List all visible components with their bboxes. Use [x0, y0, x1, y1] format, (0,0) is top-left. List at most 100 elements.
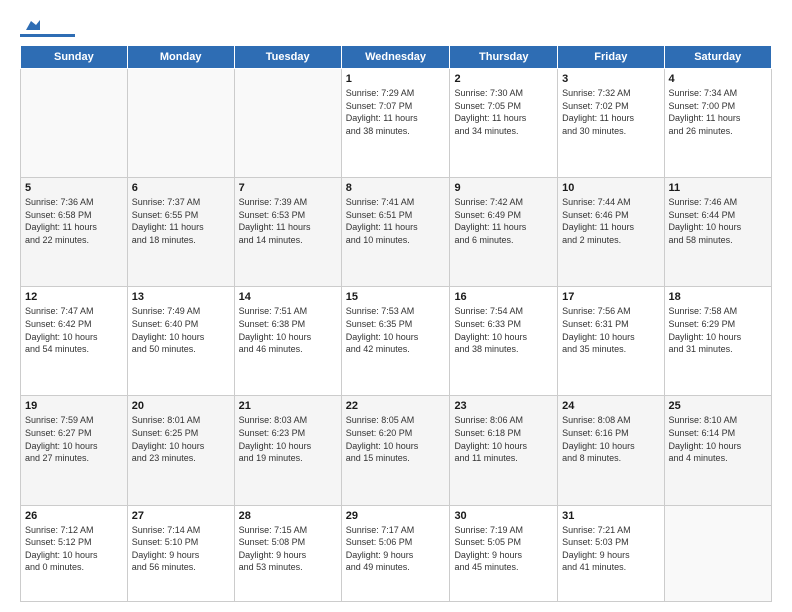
day-number: 7	[239, 182, 337, 194]
calendar-week-row: 5 Sunrise: 7:36 AM Sunset: 6:58 PM Daylig…	[21, 178, 772, 287]
day-info: Sunrise: 7:58 AM Sunset: 6:29 PM Dayligh…	[669, 305, 767, 355]
calendar-cell: 25Sunrise: 8:10 AM Sunset: 6:14 PM Dayli…	[664, 396, 771, 505]
calendar-cell: 8Sunrise: 7:41 AM Sunset: 6:51 PM Daylig…	[341, 178, 450, 287]
day-info: Sunrise: 7:17 AM Sunset: 5:06 PM Dayligh…	[346, 524, 446, 574]
calendar-cell: 21 Sunrise: 8:03 AM Sunset: 6:23 PM Dayli…	[234, 396, 341, 505]
calendar-cell: 1Sunrise: 7:29 AM Sunset: 7:07 PM Daylig…	[341, 69, 450, 178]
day-info: Sunrise: 7:37 AM Sunset: 6:55 PM Dayligh…	[132, 196, 230, 246]
calendar-cell: 26Sunrise: 7:12 AM Sunset: 5:12 PM Dayli…	[21, 505, 128, 601]
day-info: Sunrise: 7:15 AM Sunset: 5:08 PM Dayligh…	[239, 524, 337, 574]
day-info: Sunrise: 7:49 AM Sunset: 6:40 PM Dayligh…	[132, 305, 230, 355]
day-info: Sunrise: 7:32 AM Sunset: 7:02 PM Dayligh…	[562, 87, 659, 137]
calendar-cell: 14Sunrise: 7:51 AM Sunset: 6:38 PM Dayli…	[234, 287, 341, 396]
calendar-cell: 28 Sunrise: 7:15 AM Sunset: 5:08 PM Dayli…	[234, 505, 341, 601]
calendar-cell: 29Sunrise: 7:17 AM Sunset: 5:06 PM Dayli…	[341, 505, 450, 601]
weekday-header: Monday	[127, 46, 234, 69]
weekday-header: Wednesday	[341, 46, 450, 69]
weekday-header: Saturday	[664, 46, 771, 69]
day-info: Sunrise: 7:53 AM Sunset: 6:35 PM Dayligh…	[346, 305, 446, 355]
calendar-cell: 22 Sunrise: 8:05 AM Sunset: 6:20 PM Dayli…	[341, 396, 450, 505]
day-info: Sunrise: 7:44 AM Sunset: 6:46 PM Dayligh…	[562, 196, 659, 246]
weekday-header: Thursday	[450, 46, 558, 69]
day-info: Sunrise: 8:05 AM Sunset: 6:20 PM Dayligh…	[346, 414, 446, 464]
calendar-cell: 18 Sunrise: 7:58 AM Sunset: 6:29 PM Dayli…	[664, 287, 771, 396]
day-info: Sunrise: 8:01 AM Sunset: 6:25 PM Dayligh…	[132, 414, 230, 464]
day-info: Sunrise: 8:03 AM Sunset: 6:23 PM Dayligh…	[239, 414, 337, 464]
day-number: 3	[562, 73, 659, 85]
day-number: 13	[132, 291, 230, 303]
day-number: 22	[346, 400, 446, 412]
calendar-cell: 11Sunrise: 7:46 AM Sunset: 6:44 PM Dayli…	[664, 178, 771, 287]
day-number: 16	[454, 291, 553, 303]
calendar-cell: 6 Sunrise: 7:37 AM Sunset: 6:55 PM Daylig…	[127, 178, 234, 287]
day-info: Sunrise: 8:10 AM Sunset: 6:14 PM Dayligh…	[669, 414, 767, 464]
day-info: Sunrise: 7:56 AM Sunset: 6:31 PM Dayligh…	[562, 305, 659, 355]
day-number: 24	[562, 400, 659, 412]
weekday-header: Friday	[558, 46, 664, 69]
calendar-cell: 30 Sunrise: 7:19 AM Sunset: 5:05 PM Dayli…	[450, 505, 558, 601]
calendar-cell: 10 Sunrise: 7:44 AM Sunset: 6:46 PM Dayli…	[558, 178, 664, 287]
logo	[20, 16, 77, 37]
calendar-cell: 3 Sunrise: 7:32 AM Sunset: 7:02 PM Daylig…	[558, 69, 664, 178]
logo-underline	[20, 34, 75, 37]
calendar-cell: 20 Sunrise: 8:01 AM Sunset: 6:25 PM Dayli…	[127, 396, 234, 505]
calendar-week-row: 26Sunrise: 7:12 AM Sunset: 5:12 PM Dayli…	[21, 505, 772, 601]
day-info: Sunrise: 7:47 AM Sunset: 6:42 PM Dayligh…	[25, 305, 123, 355]
calendar-week-row: 1Sunrise: 7:29 AM Sunset: 7:07 PM Daylig…	[21, 69, 772, 178]
day-number: 19	[25, 400, 123, 412]
day-info: Sunrise: 7:39 AM Sunset: 6:53 PM Dayligh…	[239, 196, 337, 246]
calendar-cell: 2Sunrise: 7:30 AM Sunset: 7:05 PM Daylig…	[450, 69, 558, 178]
day-info: Sunrise: 7:12 AM Sunset: 5:12 PM Dayligh…	[25, 524, 123, 574]
calendar-cell: 23 Sunrise: 8:06 AM Sunset: 6:18 PM Dayli…	[450, 396, 558, 505]
day-number: 6	[132, 182, 230, 194]
day-info: Sunrise: 7:19 AM Sunset: 5:05 PM Dayligh…	[454, 524, 553, 574]
day-number: 28	[239, 510, 337, 522]
day-info: Sunrise: 7:51 AM Sunset: 6:38 PM Dayligh…	[239, 305, 337, 355]
day-number: 27	[132, 510, 230, 522]
day-info: Sunrise: 8:08 AM Sunset: 6:16 PM Dayligh…	[562, 414, 659, 464]
weekday-header: Tuesday	[234, 46, 341, 69]
header	[20, 16, 772, 37]
day-number: 5	[25, 182, 123, 194]
calendar-cell: 12 Sunrise: 7:47 AM Sunset: 6:42 PM Dayli…	[21, 287, 128, 396]
calendar-cell: 7 Sunrise: 7:39 AM Sunset: 6:53 PM Daylig…	[234, 178, 341, 287]
day-number: 30	[454, 510, 553, 522]
calendar-cell	[21, 69, 128, 178]
calendar-week-row: 12 Sunrise: 7:47 AM Sunset: 6:42 PM Dayli…	[21, 287, 772, 396]
calendar-cell: 24 Sunrise: 8:08 AM Sunset: 6:16 PM Dayli…	[558, 396, 664, 505]
calendar-cell	[127, 69, 234, 178]
day-info: Sunrise: 7:59 AM Sunset: 6:27 PM Dayligh…	[25, 414, 123, 464]
day-number: 20	[132, 400, 230, 412]
calendar-cell: 9 Sunrise: 7:42 AM Sunset: 6:49 PM Daylig…	[450, 178, 558, 287]
calendar-cell	[664, 505, 771, 601]
calendar-cell: 5 Sunrise: 7:36 AM Sunset: 6:58 PM Daylig…	[21, 178, 128, 287]
calendar-cell: 15Sunrise: 7:53 AM Sunset: 6:35 PM Dayli…	[341, 287, 450, 396]
day-number: 18	[669, 291, 767, 303]
day-info: Sunrise: 7:36 AM Sunset: 6:58 PM Dayligh…	[25, 196, 123, 246]
day-number: 10	[562, 182, 659, 194]
day-info: Sunrise: 7:54 AM Sunset: 6:33 PM Dayligh…	[454, 305, 553, 355]
day-info: Sunrise: 7:46 AM Sunset: 6:44 PM Dayligh…	[669, 196, 767, 246]
day-number: 31	[562, 510, 659, 522]
day-number: 21	[239, 400, 337, 412]
calendar-cell	[234, 69, 341, 178]
calendar-week-row: 19 Sunrise: 7:59 AM Sunset: 6:27 PM Dayli…	[21, 396, 772, 505]
page: SundayMondayTuesdayWednesdayThursdayFrid…	[0, 0, 792, 612]
calendar-cell: 31 Sunrise: 7:21 AM Sunset: 5:03 PM Dayli…	[558, 505, 664, 601]
day-number: 12	[25, 291, 123, 303]
calendar-cell: 17Sunrise: 7:56 AM Sunset: 6:31 PM Dayli…	[558, 287, 664, 396]
day-info: Sunrise: 7:14 AM Sunset: 5:10 PM Dayligh…	[132, 524, 230, 574]
day-info: Sunrise: 7:34 AM Sunset: 7:00 PM Dayligh…	[669, 87, 767, 137]
calendar-cell: 16 Sunrise: 7:54 AM Sunset: 6:33 PM Dayli…	[450, 287, 558, 396]
day-number: 4	[669, 73, 767, 85]
day-info: Sunrise: 7:42 AM Sunset: 6:49 PM Dayligh…	[454, 196, 553, 246]
day-number: 2	[454, 73, 553, 85]
day-number: 8	[346, 182, 446, 194]
day-info: Sunrise: 7:21 AM Sunset: 5:03 PM Dayligh…	[562, 524, 659, 574]
calendar-cell: 4 Sunrise: 7:34 AM Sunset: 7:00 PM Daylig…	[664, 69, 771, 178]
day-info: Sunrise: 8:06 AM Sunset: 6:18 PM Dayligh…	[454, 414, 553, 464]
day-number: 23	[454, 400, 553, 412]
calendar-cell: 27 Sunrise: 7:14 AM Sunset: 5:10 PM Dayli…	[127, 505, 234, 601]
day-number: 9	[454, 182, 553, 194]
calendar: SundayMondayTuesdayWednesdayThursdayFrid…	[20, 45, 772, 602]
